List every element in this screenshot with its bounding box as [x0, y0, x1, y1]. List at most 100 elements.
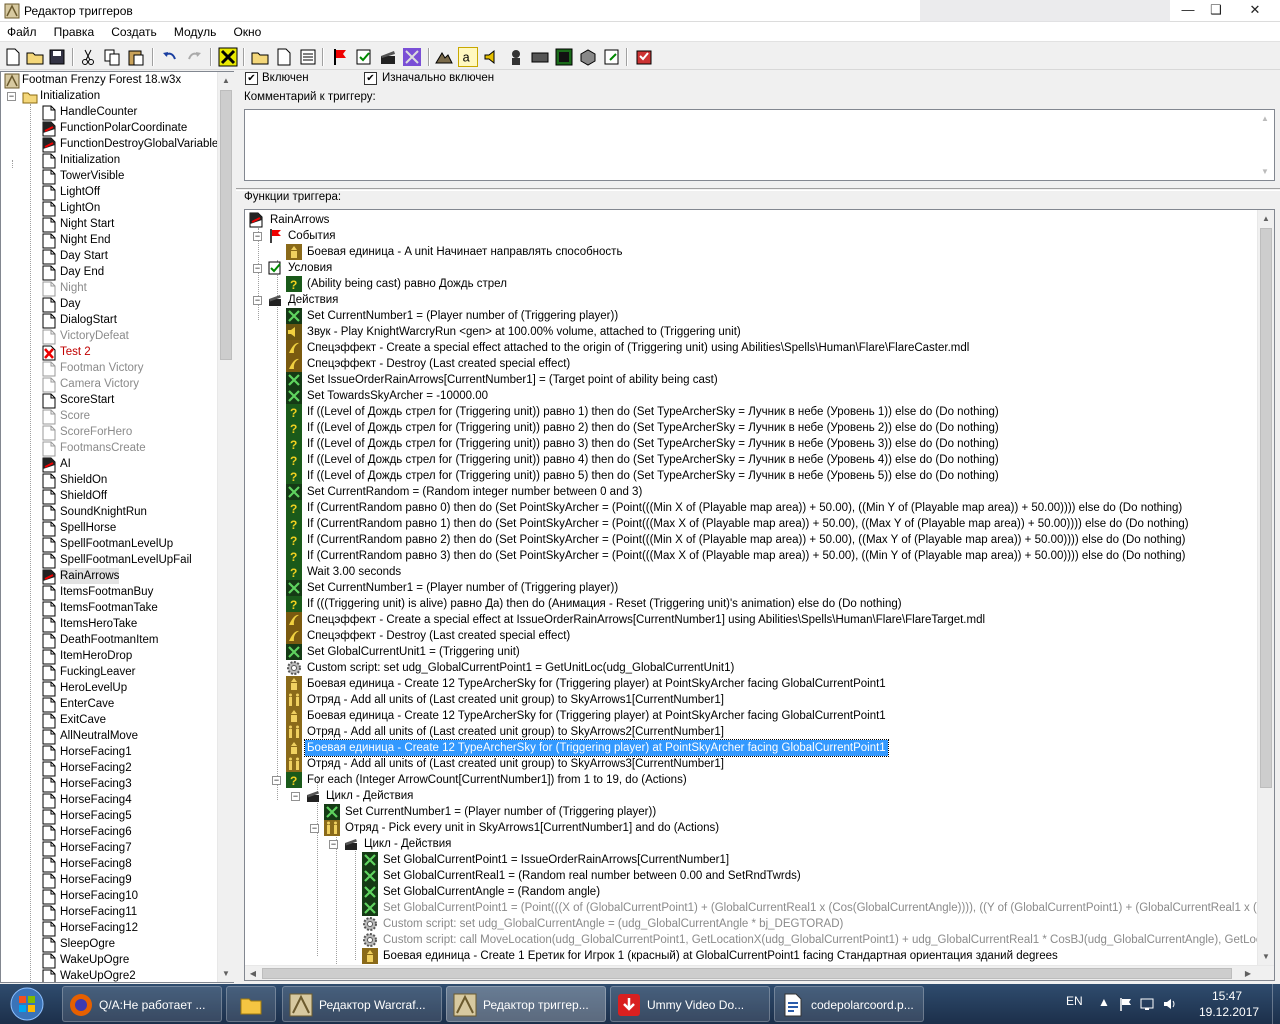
object-editor-icon[interactable]: [506, 47, 526, 67]
scroll-left-arrow-icon[interactable]: ◀: [245, 966, 261, 980]
new-trigger-icon[interactable]: [274, 47, 294, 67]
taskbar-item-world-editor[interactable]: Редактор Warcraf...: [282, 986, 442, 1022]
new-event-icon[interactable]: [330, 47, 350, 67]
svg-text:?: ?: [290, 422, 297, 436]
collapse-toggle-icon[interactable]: −: [310, 824, 319, 833]
menu-file[interactable]: Файл: [0, 22, 44, 42]
tray-expand-icon[interactable]: ▲: [1098, 995, 1110, 1009]
tree-connector: [258, 228, 259, 320]
new-file-icon[interactable]: [3, 47, 23, 67]
taskbar-item-label: Q/A:Не работает ...: [99, 998, 206, 1012]
clap-icon: [267, 292, 283, 313]
toolbar-separator: [243, 48, 245, 66]
cut-icon[interactable]: [78, 47, 98, 67]
scroll-up-arrow-icon[interactable]: ▲: [1257, 110, 1273, 127]
scroll-right-arrow-icon[interactable]: ▶: [1240, 966, 1256, 980]
collapse-toggle-icon[interactable]: −: [329, 840, 338, 849]
save-icon[interactable]: [47, 47, 67, 67]
object-manager-icon[interactable]: [578, 47, 598, 67]
enabled-label: Включен: [262, 72, 309, 84]
initially-on-checkbox[interactable]: ✔: [364, 72, 377, 85]
scrollbar-thumb[interactable]: [220, 90, 232, 360]
scrollbar-thumb[interactable]: [1260, 228, 1272, 788]
tree-item-label: HorseFacing12: [60, 922, 138, 934]
redo-icon[interactable]: [184, 47, 204, 67]
volume-icon[interactable]: [1162, 996, 1178, 1012]
functions-list: RainArrows − События Боевая единица - A uni…: [245, 210, 1258, 965]
scroll-up-arrow-icon[interactable]: ▲: [1258, 210, 1274, 227]
scroll-down-arrow-icon[interactable]: ▼: [1257, 163, 1273, 180]
taskbar-item-explorer[interactable]: [226, 986, 276, 1022]
function-text: Боевая единица - Create 12 TypeArcherSky…: [304, 739, 889, 757]
functions-hscrollbar[interactable]: ◀ ▶: [245, 965, 1274, 980]
new-condition-icon[interactable]: [354, 47, 374, 67]
open-folder-icon[interactable]: [25, 47, 45, 67]
function-text: Set CurrentRandom = (Random integer numb…: [307, 486, 643, 498]
scroll-down-arrow-icon[interactable]: ▼: [1258, 948, 1274, 965]
collapse-toggle-icon[interactable]: −: [253, 232, 262, 241]
language-indicator[interactable]: EN: [1066, 994, 1083, 1008]
minimize-button[interactable]: —: [1174, 0, 1202, 20]
scroll-down-arrow-icon[interactable]: ▼: [218, 965, 234, 982]
new-category-icon[interactable]: [250, 47, 270, 67]
tree-connector: [355, 840, 356, 960]
action-center-flag-icon[interactable]: [1118, 996, 1134, 1012]
scrollbar-thumb[interactable]: [262, 968, 1232, 979]
collapse-toggle-icon[interactable]: −: [253, 296, 262, 305]
menu-window[interactable]: Окно: [226, 22, 268, 42]
toolbar-separator: [72, 48, 74, 66]
collapse-toggle-icon[interactable]: −: [272, 776, 281, 785]
undo-icon[interactable]: [160, 47, 180, 67]
collapse-toggle-icon[interactable]: −: [7, 92, 16, 101]
new-comment-icon[interactable]: [298, 47, 318, 67]
tree-item-label: LightOff: [60, 186, 101, 198]
collapse-toggle-icon[interactable]: −: [253, 264, 262, 273]
menu-module[interactable]: Модуль: [167, 22, 224, 42]
maximize-button[interactable]: ❑: [1202, 0, 1230, 20]
function-text: Боевая единица - Create 12 TypeArcherSky…: [307, 678, 886, 690]
function-text: Set CurrentNumber1 = (Player number of (…: [307, 310, 619, 322]
campaign-editor-icon[interactable]: [530, 47, 550, 67]
splitter[interactable]: [236, 188, 1280, 191]
menu-edit[interactable]: Правка: [47, 22, 102, 42]
taskbar-item-firefox[interactable]: Q/A:Не работает ...: [62, 986, 222, 1022]
close-button[interactable]: ✕: [1232, 0, 1278, 20]
test-map-icon[interactable]: [634, 47, 654, 67]
svg-text:?: ?: [290, 774, 297, 788]
tree-item-label: Day End: [60, 266, 105, 278]
clock-date[interactable]: 19.12.2017: [1199, 1005, 1259, 1019]
scroll-up-arrow-icon[interactable]: ▲: [218, 72, 234, 89]
start-button-icon[interactable]: [6, 986, 48, 1022]
tree-item-label: ItemHeroDrop: [60, 650, 133, 662]
enabled-checkbox[interactable]: ✔: [245, 72, 258, 85]
import-manager-icon[interactable]: [602, 47, 622, 67]
ai-editor-icon[interactable]: [554, 47, 574, 67]
tree-item-label: Night Start: [60, 218, 115, 230]
show-desktop-button[interactable]: [1272, 984, 1280, 1024]
comment-textarea[interactable]: ▲ ▼: [244, 109, 1275, 181]
tree-item-label: SleepOgre: [60, 938, 115, 950]
tree-connector: [12, 160, 13, 168]
copy-icon[interactable]: [102, 47, 122, 67]
functions-vscrollbar[interactable]: ▲ ▼: [1257, 210, 1274, 965]
tree-item-label: RainArrows: [60, 568, 120, 584]
new-action-icon[interactable]: [378, 47, 398, 67]
tree-item-label: FuckingLeaver: [60, 666, 136, 678]
terrain-editor-icon[interactable]: [434, 47, 454, 67]
taskbar-item-document[interactable]: codepolarcoord.p...: [774, 986, 924, 1022]
variables-icon[interactable]: [402, 47, 422, 67]
paste-icon[interactable]: [126, 47, 146, 67]
clock-time[interactable]: 15:47: [1212, 989, 1242, 1003]
comment-scrollbar[interactable]: ▲ ▼: [1257, 110, 1274, 180]
tree-scrollbar[interactable]: ▲ ▼: [217, 72, 234, 982]
function-text: Действия: [288, 294, 339, 306]
collapse-toggle-icon[interactable]: −: [291, 792, 300, 801]
network-icon[interactable]: [1140, 996, 1156, 1012]
taskbar-item-trigger-editor[interactable]: Редактор триггер...: [446, 986, 606, 1022]
menu-create[interactable]: Создать: [104, 22, 164, 42]
trigger-editor-icon[interactable]: a: [458, 47, 478, 67]
function-text: If ((Level of Дождь стрел for (Triggerin…: [307, 422, 999, 434]
sound-editor-icon[interactable]: [482, 47, 502, 67]
taskbar-item-ummy[interactable]: Ummy Video Do...: [610, 986, 770, 1022]
delete-x-icon[interactable]: [218, 47, 238, 67]
